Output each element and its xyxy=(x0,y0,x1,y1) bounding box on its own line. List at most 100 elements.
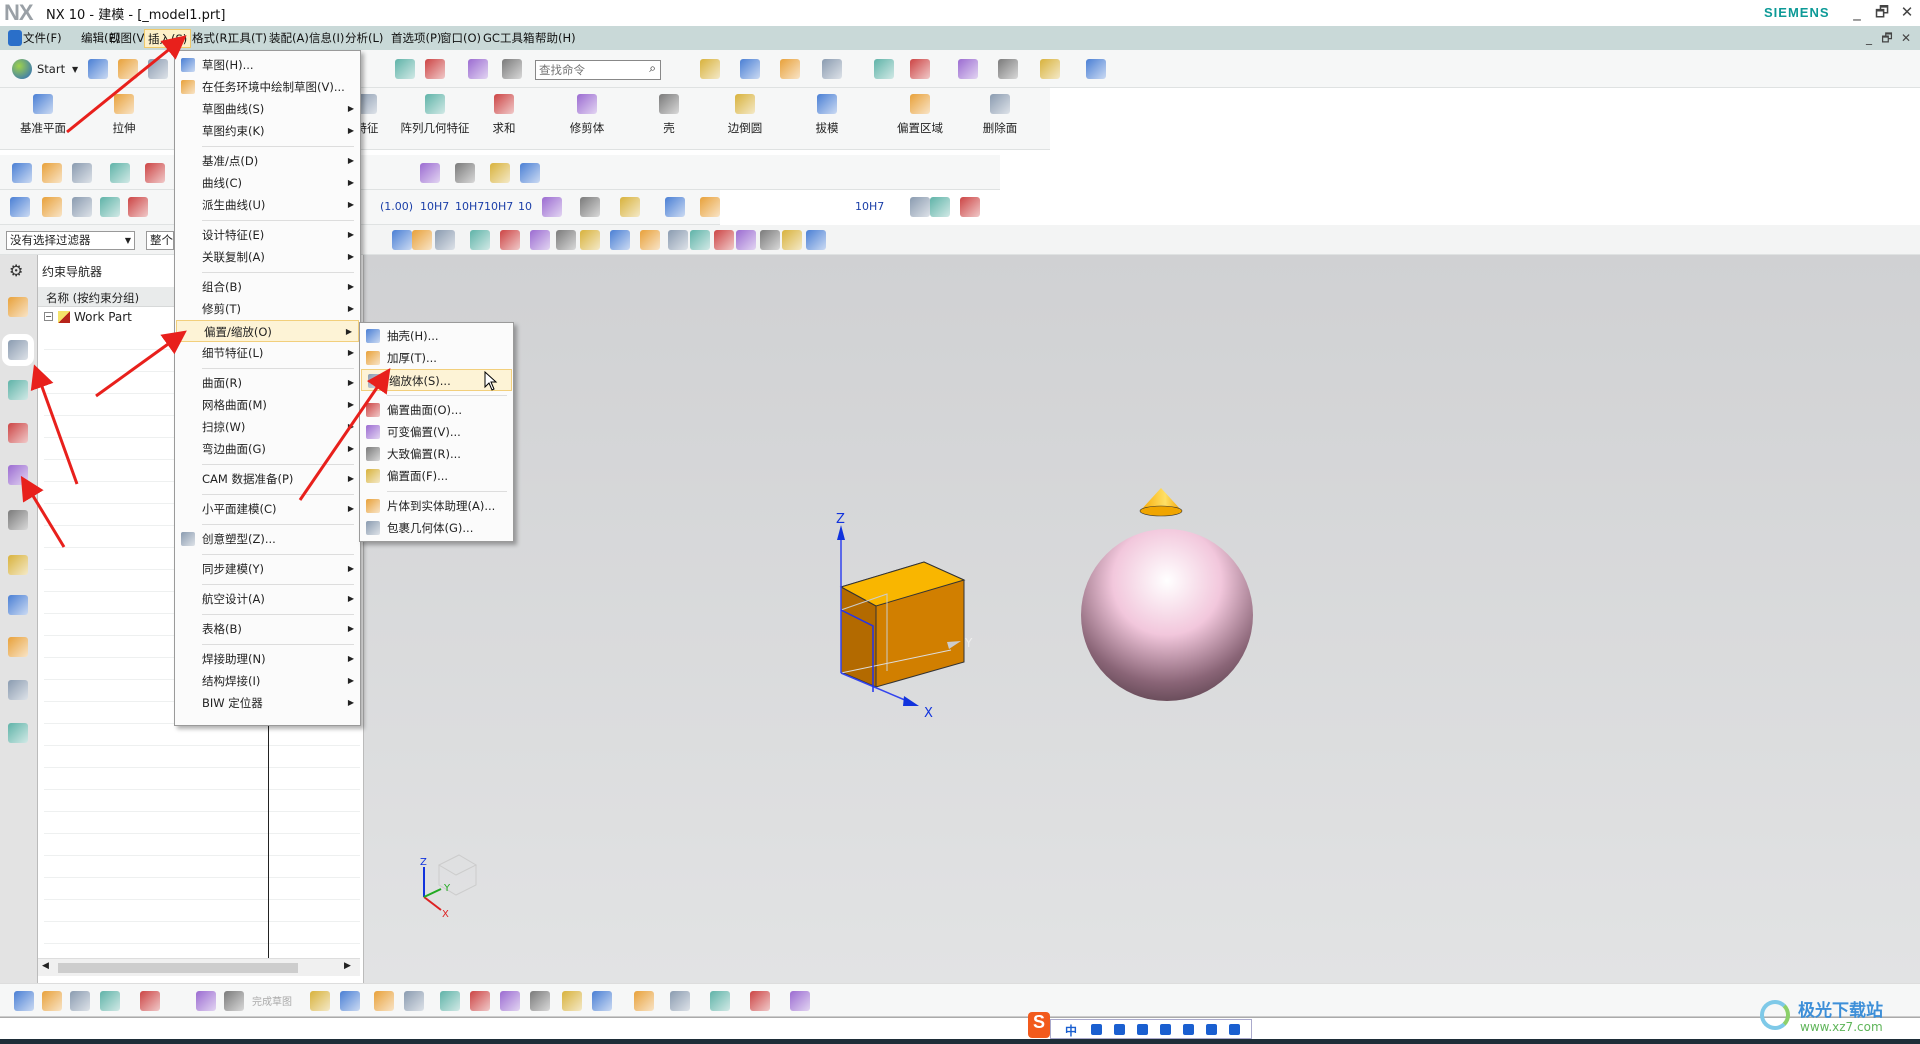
insert-menu-item[interactable]: 结构焊接(I) ▶ xyxy=(175,670,360,692)
ribbon-button-10[interactable]: 删除面 xyxy=(960,88,1040,148)
toolbar3-tool-6-icon[interactable] xyxy=(455,163,475,183)
sketch-tool-16-icon[interactable] xyxy=(592,991,612,1011)
submenu-item[interactable]: 抽壳(H)... xyxy=(360,325,513,347)
toolbar1-tool-10-icon[interactable] xyxy=(822,59,842,79)
insert-menu-item[interactable]: 设计特征(E) ▶ xyxy=(175,224,360,246)
dimension-style-4[interactable]: 10 xyxy=(518,200,532,213)
insert-menu-item[interactable]: 关联复制(A) ▶ xyxy=(175,246,360,268)
toolbar4-tool-10-icon[interactable] xyxy=(910,197,930,217)
ribbon-button-5[interactable]: 修剪体 xyxy=(547,88,627,148)
collapse-toggle-icon[interactable]: − xyxy=(44,312,53,321)
selection-tool-16-icon[interactable] xyxy=(806,230,826,250)
toolbar1-tool-5-icon[interactable] xyxy=(468,59,488,79)
insert-menu-item[interactable]: 细节特征(L) ▶ xyxy=(175,342,360,364)
submenu-item[interactable]: 加厚(T)... xyxy=(360,347,513,369)
insert-menu-item[interactable]: 草图(H)... xyxy=(175,54,360,76)
selection-tool-8-icon[interactable] xyxy=(610,230,630,250)
selection-tool-5-icon[interactable] xyxy=(530,230,550,250)
search-icon[interactable]: ⌕ xyxy=(649,61,656,76)
sketch-tool-1-icon[interactable] xyxy=(42,991,62,1011)
toolbar3-tool-5-icon[interactable] xyxy=(420,163,440,183)
insert-menu-item[interactable]: CAM 数据准备(P) ▶ xyxy=(175,468,360,490)
insert-menu-item[interactable]: 曲线(C) ▶ xyxy=(175,172,360,194)
sketch-tool-11-icon[interactable] xyxy=(440,991,460,1011)
sketch-tool-13-icon[interactable] xyxy=(500,991,520,1011)
sketch-tool-12-icon[interactable] xyxy=(470,991,490,1011)
menu-11[interactable]: GC工具箱 xyxy=(480,29,537,48)
insert-menu-item[interactable]: 弯边曲面(G) ▶ xyxy=(175,438,360,460)
sketch-tool-6-icon[interactable] xyxy=(224,991,244,1011)
ribbon-button-3[interactable]: 阵列几何特征 xyxy=(395,88,475,148)
selection-tool-10-icon[interactable] xyxy=(668,230,688,250)
part-navigator-icon[interactable] xyxy=(8,380,28,400)
toolbar3-tool-4-icon[interactable] xyxy=(145,163,165,183)
toolbar4-tool-2-icon[interactable] xyxy=(72,197,92,217)
block-solid[interactable] xyxy=(839,561,966,688)
graphics-viewport[interactable]: Z X Y Z X Y xyxy=(364,255,1920,983)
command-search[interactable]: ⌕ xyxy=(535,60,661,80)
ribbon-button-1[interactable]: 拉伸 xyxy=(84,88,164,148)
sketch-tool-4-icon[interactable] xyxy=(140,991,160,1011)
sketch-tool-18-icon[interactable] xyxy=(670,991,690,1011)
toolbar1-tool-14-icon[interactable] xyxy=(998,59,1018,79)
sketch-tool-2-icon[interactable] xyxy=(70,991,90,1011)
start-caret-icon[interactable]: ▼ xyxy=(72,65,78,74)
insert-menu-item[interactable]: 在任务环境中绘制草图(V)... xyxy=(175,76,360,98)
submenu-item[interactable]: 片体到实体助理(A)... xyxy=(360,495,513,517)
toolbar3-tool-3-icon[interactable] xyxy=(110,163,130,183)
insert-menu-item[interactable]: 航空设计(A) ▶ xyxy=(175,588,360,610)
sketch-tool-8-icon[interactable] xyxy=(340,991,360,1011)
selection-tool-7-icon[interactable] xyxy=(580,230,600,250)
sketch-tool-9-icon[interactable] xyxy=(374,991,394,1011)
sketch-tool-3-icon[interactable] xyxy=(100,991,120,1011)
selection-tool-13-icon[interactable] xyxy=(736,230,756,250)
command-search-input[interactable] xyxy=(536,61,636,79)
insert-menu-item[interactable]: 扫掠(W) ▶ xyxy=(175,416,360,438)
toolbar1-tool-13-icon[interactable] xyxy=(958,59,978,79)
sketch-tool-14-icon[interactable] xyxy=(530,991,550,1011)
submenu-item[interactable]: 包裹几何体(G)... xyxy=(360,517,513,539)
selection-tool-6-icon[interactable] xyxy=(556,230,576,250)
submenu-item[interactable]: 大致偏置(R)... xyxy=(360,443,513,465)
restore-button[interactable]: 🗗 xyxy=(1871,2,1893,22)
menu-9[interactable]: 首选项(P) xyxy=(388,29,444,48)
toolbar4-tool-6-icon[interactable] xyxy=(580,197,600,217)
finish-sketch-button[interactable]: 完成草图 xyxy=(252,993,292,1008)
insert-menu-item[interactable]: 组合(B) ▶ xyxy=(175,276,360,298)
ime-mode-toggle[interactable]: 中 xyxy=(1065,1022,1077,1039)
ribbon-button-9[interactable]: 偏置区域 xyxy=(880,88,960,148)
toolbar4-tool-12-icon[interactable] xyxy=(960,197,980,217)
insert-menu-item[interactable]: 同步建模(Y) ▶ xyxy=(175,558,360,580)
toolbar1-tool-9-icon[interactable] xyxy=(780,59,800,79)
sketch-tool-5-icon[interactable] xyxy=(196,991,216,1011)
insert-menu-item[interactable]: 草图曲线(S) ▶ xyxy=(175,98,360,120)
toolbar4-tool-8-icon[interactable] xyxy=(665,197,685,217)
dimension-style-3[interactable]: 10H7 xyxy=(484,200,513,213)
sketch-tool-17-icon[interactable] xyxy=(634,991,654,1011)
toolbar3-tool-2-icon[interactable] xyxy=(72,163,92,183)
toolbar3-tool-1-icon[interactable] xyxy=(42,163,62,183)
constraint-navigator-icon[interactable] xyxy=(2,334,34,366)
ribbon-button-6[interactable]: 壳 xyxy=(629,88,709,148)
horizontal-scrollbar[interactable]: ◀ ▶ xyxy=(38,958,360,976)
insert-menu-item[interactable]: 创意塑型(Z)... xyxy=(175,528,360,550)
toolbox-icon[interactable] xyxy=(1206,1024,1217,1035)
toolbar1-tool-2-icon[interactable] xyxy=(148,59,168,79)
ribbon-button-8[interactable]: 拔模 xyxy=(787,88,867,148)
toolbar1-tool-16-icon[interactable] xyxy=(1086,59,1106,79)
toolbar1-tool-4-icon[interactable] xyxy=(425,59,445,79)
sketch-tool-0-icon[interactable] xyxy=(14,991,34,1011)
toolbar1-tool-3-icon[interactable] xyxy=(395,59,415,79)
submenu-item[interactable]: 偏置面(F)... xyxy=(360,465,513,487)
toolbar4-tool-4-icon[interactable] xyxy=(128,197,148,217)
insert-menu-item[interactable]: 焊接助理(N) ▶ xyxy=(175,648,360,670)
reuse-library-icon[interactable] xyxy=(8,423,28,443)
roles-icon[interactable] xyxy=(8,680,28,700)
voice-icon[interactable] xyxy=(1114,1024,1125,1035)
sogou-ime-logo[interactable]: S xyxy=(1028,1012,1050,1038)
toolbar4-tool-3-icon[interactable] xyxy=(100,197,120,217)
settings-icon[interactable] xyxy=(1229,1024,1240,1035)
process-studio-icon[interactable] xyxy=(8,637,28,657)
scroll-right-icon[interactable]: ▶ xyxy=(344,961,351,971)
selection-tool-0-icon[interactable] xyxy=(392,230,412,250)
